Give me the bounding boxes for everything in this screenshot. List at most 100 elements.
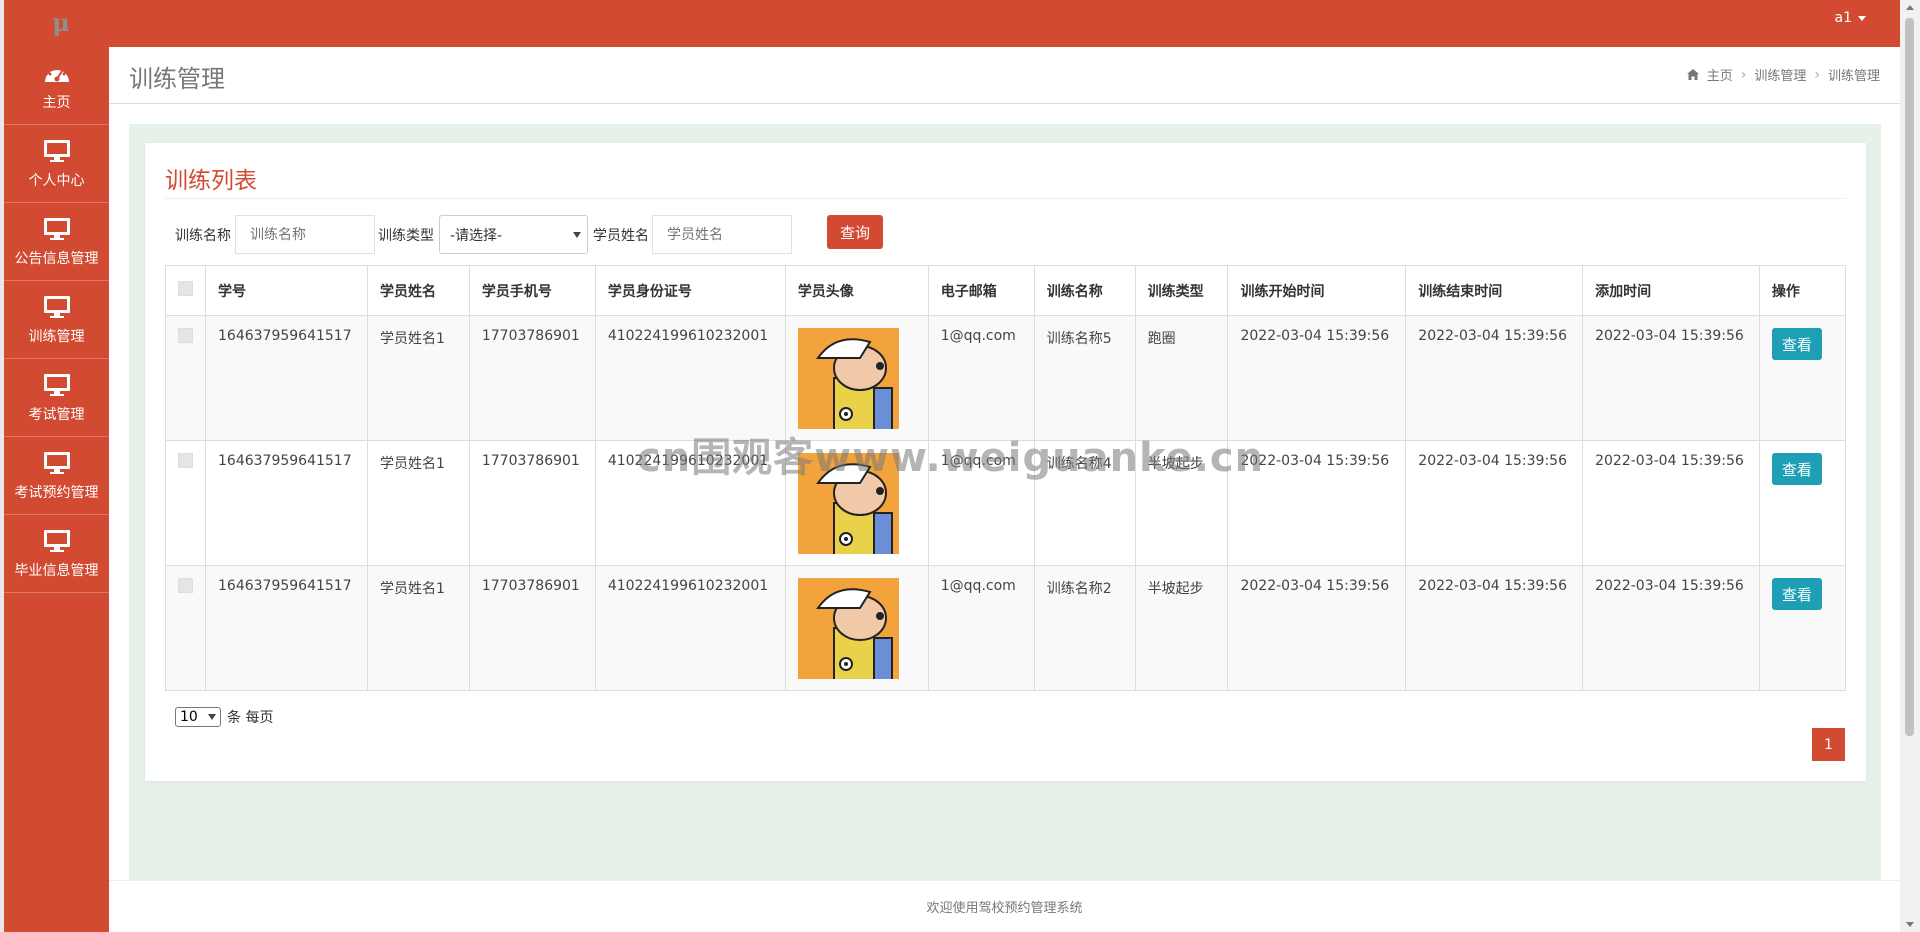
row-checkbox[interactable] [178,578,193,593]
cell-type: 半坡起步 [1134,440,1229,566]
cell-email: 1@qq.com [927,315,1035,441]
table-header-row: 学号 学员姓名 学员手机号 学员身份证号 学员头像 电子邮箱 训练名称 训练类型… [165,265,1847,316]
monitor-icon [43,373,70,396]
footer-text: 欢迎使用驾校预约管理系统 [926,901,1083,916]
column-header: 训练开始时间 [1227,265,1407,316]
card-title: 训练列表 [165,168,257,194]
cell-email: 1@qq.com [927,565,1035,691]
sidebar-item-notice[interactable]: 公告信息管理 [4,203,109,281]
training-type-label: 训练类型 [378,228,434,244]
page-size-value: 10 [180,709,198,725]
training-list-card: 训练列表 训练名称 训练类型 -请选择- 学员姓名 查询 学号 学员姓名 学员手… [145,143,1866,781]
sidebar-item-label: 主页 [42,94,71,111]
cell-start: 2022-03-04 15:39:56 [1227,440,1407,566]
page-button-current[interactable]: 1 [1812,728,1845,761]
chevron-right-icon: › [1740,66,1747,83]
sidebar-item-home[interactable]: 主页 [4,47,109,125]
view-button[interactable]: 查看 [1771,453,1822,485]
cell-training: 训练名称5 [1033,315,1136,441]
sidebar-item-exam[interactable]: 考试管理 [4,359,109,437]
cell-idcard: 410224199610232001 [594,315,786,441]
page-size-suffix: 条 每页 [227,710,274,726]
column-header: 训练结束时间 [1405,265,1584,316]
cell-start: 2022-03-04 15:39:56 [1227,565,1407,691]
view-button[interactable]: 查看 [1771,578,1822,610]
cell-added: 2022-03-04 15:39:56 [1582,565,1760,691]
student-avatar [797,578,899,679]
sidebar-item-label: 毕业信息管理 [14,562,99,579]
divider [165,198,1846,199]
cell-name: 学员姓名1 [366,565,470,691]
breadcrumb-current: 训练管理 [1827,69,1880,84]
app-logo: μ [52,8,70,37]
monitor-icon [43,529,70,552]
cell-end: 2022-03-04 15:39:56 [1405,565,1584,691]
dashboard-icon [44,67,69,82]
column-header: 学员身份证号 [594,265,786,316]
sidebar-item-training[interactable]: 训练管理 [4,281,109,359]
breadcrumb-home[interactable]: 主页 [1707,65,1733,84]
column-header: 学号 [205,265,368,316]
breadcrumb: 主页 › 训练管理 › 训练管理 [1686,65,1880,84]
cell-end: 2022-03-04 15:39:56 [1405,440,1584,566]
breadcrumb-parent[interactable]: 训练管理 [1754,65,1806,84]
sidebar-item-label: 考试管理 [28,406,85,423]
cell-idcard: 410224199610232001 [594,440,786,566]
cell-phone: 17703786901 [468,565,596,691]
cell-email: 1@qq.com [927,440,1035,566]
scroll-thumb[interactable] [1905,18,1914,736]
scrollbar[interactable] [1900,0,1920,932]
home-icon [1686,69,1699,80]
sidebar-item-profile[interactable]: 个人中心 [4,125,109,203]
column-header: 学员头像 [784,265,929,316]
top-bar: μ a1 [4,0,1900,47]
chevron-right-icon: › [1814,66,1820,83]
student-name-label: 学员姓名 [593,228,649,244]
column-header: 添加时间 [1582,265,1760,316]
chevron-down-icon [573,231,581,238]
training-type-selected: -请选择- [450,227,503,244]
view-button[interactable]: 查看 [1771,328,1822,360]
scroll-down-icon[interactable] [1906,922,1914,927]
user-menu[interactable]: a1 [1834,10,1866,26]
table-row: 164637959641517 学员姓名1 17703786901 410224… [165,565,1847,691]
cell-start: 2022-03-04 15:39:56 [1227,315,1407,441]
monitor-icon [43,217,70,240]
select-all-checkbox[interactable] [178,281,193,296]
student-avatar [797,328,899,429]
page-size-control: 10 条 每页 [175,707,273,727]
cell-training: 训练名称2 [1033,565,1136,691]
cell-id: 164637959641517 [205,565,368,691]
query-button[interactable]: 查询 [827,215,883,249]
scroll-up-icon[interactable] [1906,5,1914,10]
monitor-icon [43,451,70,474]
column-header: 训练名称 [1033,265,1136,316]
page-size-select[interactable]: 10 [175,707,221,727]
sidebar: 主页 个人中心 公告信息管理 训练管理 考试管理 考试预约管理 毕业信息管理 [4,47,109,932]
sidebar-item-exam-booking[interactable]: 考试预约管理 [4,437,109,515]
student-name-input[interactable] [652,215,792,254]
cell-end: 2022-03-04 15:39:56 [1405,315,1584,441]
cell-phone: 17703786901 [468,440,596,566]
column-header: 学员姓名 [366,265,470,316]
user-name: a1 [1834,10,1853,26]
student-avatar [797,453,899,554]
cell-name: 学员姓名1 [366,315,470,441]
column-header: 训练类型 [1134,265,1229,316]
row-checkbox[interactable] [178,328,193,343]
cell-name: 学员姓名1 [366,440,470,566]
sidebar-item-label: 考试预约管理 [14,484,99,501]
chevron-down-icon [1858,15,1866,21]
training-type-select[interactable]: -请选择- [439,215,588,254]
cell-id: 164637959641517 [205,315,368,441]
training-table: 学号 学员姓名 学员手机号 学员身份证号 学员头像 电子邮箱 训练名称 训练类型… [165,265,1847,691]
sidebar-item-label: 个人中心 [28,172,85,189]
table-row: 164637959641517 学员姓名1 17703786901 410224… [165,315,1847,441]
sidebar-item-graduation[interactable]: 毕业信息管理 [4,515,109,593]
cell-added: 2022-03-04 15:39:56 [1582,440,1760,566]
column-header: 学员手机号 [468,265,596,316]
training-name-input[interactable] [235,215,375,254]
row-checkbox[interactable] [178,453,193,468]
column-header: 电子邮箱 [927,265,1035,316]
cell-phone: 17703786901 [468,315,596,441]
